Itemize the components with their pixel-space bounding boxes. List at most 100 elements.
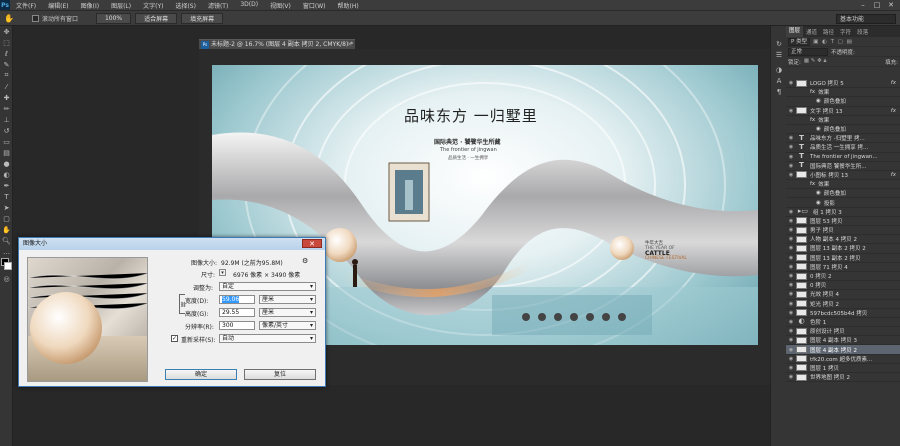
blur-tool-icon[interactable]: ● xyxy=(0,158,13,169)
visibility-eye-icon[interactable]: ◉ xyxy=(786,301,796,307)
resample-select[interactable]: 自动 xyxy=(219,334,316,343)
layer-row[interactable]: ◉ 图层 71 拷贝 4 xyxy=(786,263,900,272)
properties-panel-icon[interactable]: ☰ xyxy=(771,49,787,60)
layer-row[interactable]: ◉ 图层 53 拷贝 xyxy=(786,217,900,226)
layer-row[interactable]: ◉ 文字 拷贝 13 fx xyxy=(786,107,900,116)
visibility-eye-icon[interactable]: ◉ xyxy=(786,374,796,380)
layer-row[interactable]: ◉ 颜色叠加 xyxy=(786,125,900,135)
settings-gear-icon[interactable]: ⚙ xyxy=(302,257,308,265)
effect-eye-icon[interactable]: ◉ xyxy=(816,190,821,196)
visibility-eye-icon[interactable]: ◉ xyxy=(786,365,796,371)
visibility-eye-icon[interactable]: ◉ xyxy=(786,236,796,242)
layer-row[interactable]: ◉ 图层 13 副本 2 拷贝 2 xyxy=(786,244,900,254)
resample-checkbox[interactable]: ✓ xyxy=(171,335,178,342)
layer-row[interactable]: ◉ 世界地图 拷贝 2 xyxy=(786,373,900,383)
visibility-eye-icon[interactable]: ◉ xyxy=(786,108,796,114)
layer-row[interactable]: ◉ 矩光 拷贝 2 xyxy=(786,300,900,309)
resolution-input[interactable]: 300 xyxy=(219,321,255,330)
layer-fx-icon[interactable]: fx xyxy=(891,80,896,86)
maximize-icon[interactable]: □ xyxy=(870,0,884,10)
color-swatches[interactable] xyxy=(0,257,12,273)
effects-icon[interactable]: fx xyxy=(810,117,815,123)
background-color-swatch[interactable] xyxy=(4,262,12,270)
gradient-tool-icon[interactable]: ▤ xyxy=(0,147,13,158)
menu-item[interactable]: 图层(L) xyxy=(105,1,137,10)
minimize-icon[interactable]: – xyxy=(856,0,870,10)
visibility-eye-icon[interactable]: ◉ xyxy=(786,337,796,343)
pen-tool-icon[interactable]: ✒ xyxy=(0,180,13,191)
shape-tool-icon[interactable]: ▢ xyxy=(0,213,13,224)
layer-fx-icon[interactable]: fx xyxy=(891,108,896,114)
quick-select-tool-icon[interactable]: ✎ xyxy=(0,59,13,70)
layer-row[interactable]: ◉ 图层 4 副本 拷贝 3 xyxy=(786,336,900,346)
menu-item[interactable]: 文字(Y) xyxy=(137,1,169,10)
layer-row[interactable]: ◉ 男子 拷贝 xyxy=(786,226,900,236)
lasso-tool-icon[interactable]: ℓ xyxy=(0,48,13,59)
visibility-eye-icon[interactable]: ◉ xyxy=(786,356,796,362)
layer-kind-filter[interactable]: P 类型 xyxy=(788,37,811,46)
layer-row[interactable]: ◉ 人物 副本 4 拷贝 2 xyxy=(786,235,900,245)
crop-tool-icon[interactable]: ⌗ xyxy=(0,70,13,81)
menu-item[interactable]: 滤镜(T) xyxy=(202,1,234,10)
menu-item[interactable]: 窗口(W) xyxy=(297,1,332,10)
layer-row[interactable]: ◉ T 品味东方 -归墅里 拷... xyxy=(786,134,900,144)
width-input[interactable]: 59.06 xyxy=(219,295,255,304)
panel-tab[interactable]: 字符 xyxy=(837,28,854,36)
layer-row[interactable]: ◉ 图层 1 拷贝 xyxy=(786,364,900,373)
layer-row[interactable]: ◉ 光效 拷贝 4 xyxy=(786,290,900,300)
visibility-eye-icon[interactable]: ◉ xyxy=(786,264,796,270)
adjustments-panel-icon[interactable]: ◑ xyxy=(771,64,787,75)
type-tool-icon[interactable]: T xyxy=(0,191,13,202)
marquee-tool-icon[interactable]: ⬚ xyxy=(0,37,13,48)
visibility-eye-icon[interactable]: ◉ xyxy=(786,154,796,160)
eyedropper-tool-icon[interactable]: ⁄ xyxy=(0,81,13,92)
layer-row[interactable]: ◉ T 国际典范 饕餮华生所... xyxy=(786,162,900,171)
width-unit-select[interactable]: 厘米 xyxy=(259,295,316,304)
image-preview[interactable] xyxy=(27,257,148,382)
visibility-eye-icon[interactable]: ◉ xyxy=(786,245,796,251)
menu-item[interactable]: 文件(F) xyxy=(10,1,42,10)
layer-row[interactable]: ◉ tfk20.com 超多优质素... xyxy=(786,355,900,364)
layer-row[interactable]: ◉ 0 拷贝 xyxy=(786,281,900,291)
visibility-eye-icon[interactable]: ◉ xyxy=(786,282,796,288)
blend-mode-select[interactable]: 正常 xyxy=(788,47,828,56)
eraser-tool-icon[interactable]: ▭ xyxy=(0,136,13,147)
panel-tab[interactable]: 段落 xyxy=(854,28,871,36)
healing-tool-icon[interactable]: ✚ xyxy=(0,92,13,103)
dimensions-unit-dropdown-icon[interactable]: ▾ xyxy=(219,269,226,276)
layer-fx-icon[interactable]: fx xyxy=(891,172,896,178)
resolution-unit-select[interactable]: 像素/英寸 xyxy=(259,321,316,330)
layer-row[interactable]: ◉ ◐ 色阶 1 xyxy=(786,318,900,328)
visibility-eye-icon[interactable]: ◉ xyxy=(786,255,796,261)
visibility-eye-icon[interactable]: ◉ xyxy=(786,135,796,141)
visibility-eye-icon[interactable]: ◉ xyxy=(786,273,796,279)
layer-row[interactable]: ◉ LOGO 拷贝 5 fx xyxy=(786,79,900,89)
visibility-eye-icon[interactable]: ◉ xyxy=(786,347,796,353)
dodge-tool-icon[interactable]: ◐ xyxy=(0,169,13,180)
height-unit-select[interactable]: 厘米 xyxy=(259,308,316,317)
visibility-eye-icon[interactable]: ◉ xyxy=(786,310,796,316)
visibility-eye-icon[interactable]: ◉ xyxy=(786,291,796,297)
effects-icon[interactable]: fx xyxy=(810,181,815,187)
zoom-tool-icon[interactable]: 🔍︎ xyxy=(0,235,13,246)
path-select-tool-icon[interactable]: ➤ xyxy=(0,202,13,213)
fill-screen-button[interactable]: 填充屏幕 xyxy=(181,12,224,24)
layer-row[interactable]: ◉ 图层 13 副本 2 拷贝 xyxy=(786,254,900,263)
effect-eye-icon[interactable]: ◉ xyxy=(816,200,821,206)
effect-eye-icon[interactable]: ◉ xyxy=(816,126,821,132)
visibility-eye-icon[interactable]: ◉ xyxy=(786,80,796,86)
menu-item[interactable]: 选择(S) xyxy=(169,1,202,10)
menu-item[interactable]: 图像(I) xyxy=(75,1,105,10)
more-tools-icon[interactable]: … xyxy=(0,246,13,257)
layer-row[interactable]: ◉ ▸▭ 组 1 拷贝 3 xyxy=(786,208,900,217)
dialog-close-button[interactable]: ✕ xyxy=(302,239,322,248)
visibility-eye-icon[interactable]: ◉ xyxy=(786,163,796,169)
layer-row[interactable]: ◉ 原创设计 拷贝 xyxy=(786,327,900,337)
effect-eye-icon[interactable]: ◉ xyxy=(816,98,821,104)
character-panel-icon[interactable]: A xyxy=(771,75,787,86)
history-brush-icon[interactable]: ↺ xyxy=(0,125,13,136)
paragraph-panel-icon[interactable]: ¶ xyxy=(771,86,787,97)
ok-button[interactable]: 确定 xyxy=(165,369,237,380)
menu-item[interactable]: 视图(V) xyxy=(264,1,297,10)
hand-tool-icon[interactable]: ✋ xyxy=(0,224,13,235)
